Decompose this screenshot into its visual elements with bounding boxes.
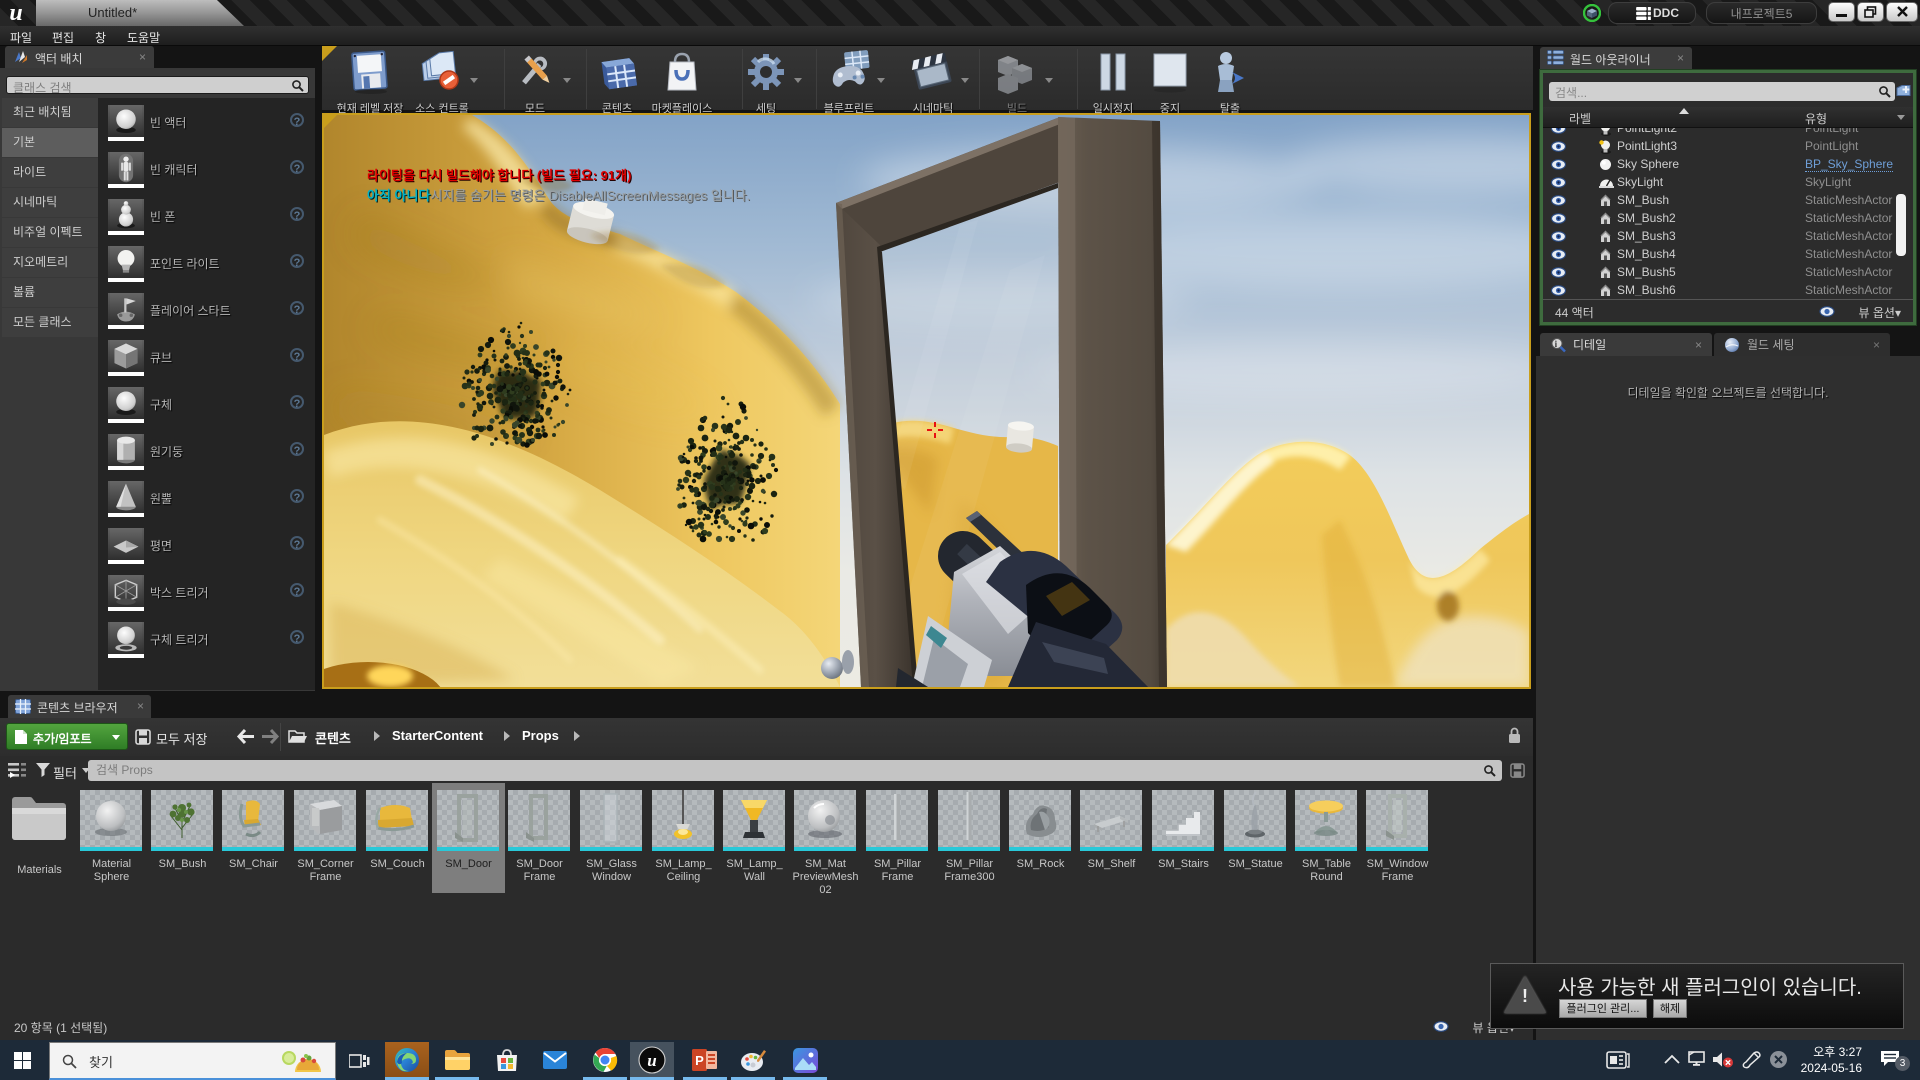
- svg-text:P: P: [695, 1053, 704, 1068]
- svg-text:u: u: [647, 1051, 656, 1070]
